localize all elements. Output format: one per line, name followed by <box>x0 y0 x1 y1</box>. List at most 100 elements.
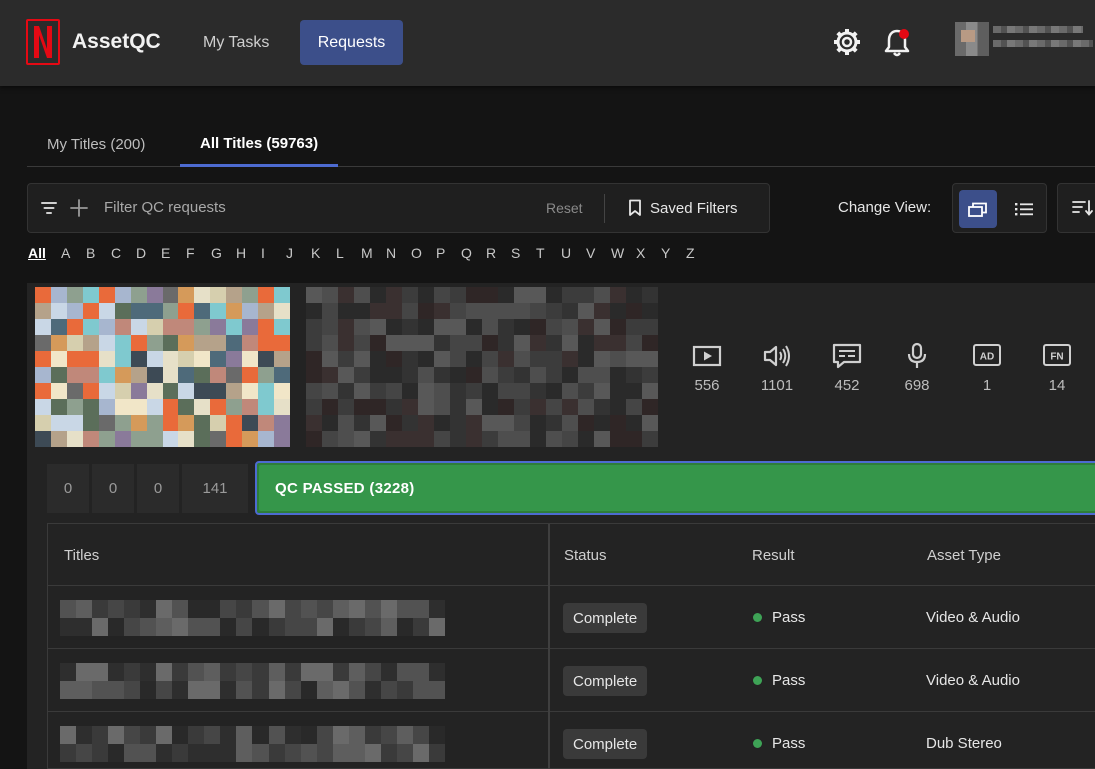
letter-filter[interactable]: I <box>261 245 286 261</box>
nav-my-tasks[interactable]: My Tasks <box>188 20 284 65</box>
letter-filter[interactable]: N <box>386 245 411 261</box>
letter-filter[interactable]: H <box>236 245 261 261</box>
svg-text:AD: AD <box>980 352 994 363</box>
letter-filter[interactable]: D <box>136 245 161 261</box>
letter-filter[interactable]: S <box>511 245 536 261</box>
filter-icon[interactable] <box>40 199 58 217</box>
svg-text:FN: FN <box>1050 352 1063 363</box>
letter-filter[interactable]: J <box>286 245 311 261</box>
column-header-asset-type[interactable]: Asset Type <box>927 547 1001 564</box>
letter-filter[interactable]: M <box>361 245 386 261</box>
reset-button[interactable]: Reset <box>546 200 583 216</box>
letter-filter[interactable]: U <box>561 245 586 261</box>
column-header-status[interactable]: Status <box>564 547 607 564</box>
letter-filter[interactable]: O <box>411 245 436 261</box>
top-bar: AssetQC My Tasks Requests <box>0 0 1095 86</box>
pass-dot <box>753 676 762 685</box>
letter-filter[interactable]: Y <box>661 245 686 261</box>
letter-filter[interactable]: L <box>336 245 361 261</box>
netflix-logo[interactable] <box>26 19 60 65</box>
stat-audio[interactable]: 1101 <box>755 342 799 394</box>
letter-filter[interactable]: A <box>61 245 86 261</box>
stat-audio-description[interactable]: AD 1 <box>965 342 1009 394</box>
status-badge: Complete <box>563 729 648 759</box>
result-label: Pass <box>772 609 806 626</box>
title-redacted[interactable] <box>60 726 445 762</box>
tab-my-titles[interactable]: My Titles (200) <box>27 122 165 167</box>
letter-filter-all[interactable]: All <box>28 245 61 261</box>
qc-passed-label: QC PASSED (3228) <box>259 465 1095 511</box>
letter-filter[interactable]: Z <box>686 245 711 261</box>
letter-filter[interactable]: B <box>86 245 111 261</box>
counter-segment[interactable]: 0 <box>47 464 89 513</box>
pass-dot <box>753 739 762 748</box>
saved-filters-label: Saved Filters <box>650 199 738 217</box>
audio-description-icon: AD <box>973 344 1001 366</box>
result-label: Pass <box>772 735 806 752</box>
stat-forced-narrative[interactable]: FN 14 <box>1035 342 1079 394</box>
table-row[interactable]: Complete Pass Video & Audio <box>48 586 1095 649</box>
letter-filter[interactable]: V <box>586 245 611 261</box>
letter-filter[interactable]: K <box>311 245 336 261</box>
requests-table: Titles Status Result Asset Type Complete… <box>47 523 1095 769</box>
letter-filter[interactable]: Q <box>461 245 486 261</box>
letter-filter[interactable]: P <box>436 245 461 261</box>
card-view-icon <box>968 202 987 217</box>
table-row[interactable]: Complete Pass Dub Stereo <box>48 712 1095 769</box>
column-divider[interactable] <box>548 524 550 769</box>
status-counters: 0 0 0 141 <box>47 464 248 513</box>
counter-segment[interactable]: 0 <box>92 464 134 513</box>
letter-filter[interactable]: F <box>186 245 211 261</box>
stat-video[interactable]: 556 <box>685 342 729 394</box>
gear-icon[interactable] <box>832 26 862 58</box>
result-cell: Pass <box>753 735 805 752</box>
stat-value: 556 <box>694 377 720 394</box>
forced-narrative-icon: FN <box>1043 344 1071 366</box>
tab-all-titles[interactable]: All Titles (59763) <box>180 122 339 167</box>
microphone-icon <box>907 342 927 368</box>
stat-dubs[interactable]: 698 <box>895 342 939 394</box>
letter-filter[interactable]: G <box>211 245 236 261</box>
avatar[interactable] <box>955 22 989 56</box>
letter-filter[interactable]: W <box>611 245 636 261</box>
sort-button[interactable] <box>1057 183 1095 233</box>
stat-subtitles[interactable]: 452 <box>825 342 869 394</box>
change-view-label: Change View: <box>838 199 932 216</box>
title-tabs: My Titles (200) All Titles (59763) <box>27 122 1095 167</box>
filter-input[interactable]: Filter QC requests <box>104 199 226 216</box>
table-row[interactable]: Complete Pass Video & Audio <box>48 649 1095 712</box>
stat-value: 698 <box>904 377 930 394</box>
column-header-titles[interactable]: Titles <box>64 547 99 564</box>
asset-type-cell: Video & Audio <box>926 672 1020 689</box>
column-header-result[interactable]: Result <box>752 547 795 564</box>
title-thumbnail[interactable] <box>35 287 290 447</box>
stat-value: 1 <box>982 377 992 394</box>
audio-icon <box>763 345 790 367</box>
netflix-n-icon <box>34 26 52 58</box>
card-view-button[interactable] <box>959 190 997 228</box>
stat-value: 1101 <box>760 377 794 394</box>
add-filter-icon[interactable] <box>69 198 89 218</box>
title-redacted[interactable] <box>60 600 445 636</box>
user-name-redacted[interactable] <box>993 26 1093 54</box>
result-label: Pass <box>772 672 806 689</box>
letter-filter[interactable]: X <box>636 245 661 261</box>
qc-passed-bar[interactable]: QC PASSED (3228) <box>255 461 1095 515</box>
title-redacted[interactable] <box>60 663 445 699</box>
title-metadata-redacted <box>306 287 658 447</box>
letter-filter[interactable]: E <box>161 245 186 261</box>
list-view-icon <box>1015 203 1033 216</box>
result-cell: Pass <box>753 609 805 626</box>
list-view-button[interactable] <box>1005 190 1043 228</box>
counter-segment[interactable]: 0 <box>137 464 179 513</box>
bell-icon[interactable] <box>882 26 912 58</box>
video-icon <box>692 345 722 367</box>
letter-filter[interactable]: C <box>111 245 136 261</box>
letter-filter[interactable]: R <box>486 245 511 261</box>
pass-dot <box>753 613 762 622</box>
nav-requests[interactable]: Requests <box>300 20 403 65</box>
letter-filter[interactable]: T <box>536 245 561 261</box>
app-title: AssetQC <box>72 30 161 53</box>
counter-segment[interactable]: 141 <box>182 464 248 513</box>
saved-filters-button[interactable]: Saved Filters <box>628 192 738 224</box>
